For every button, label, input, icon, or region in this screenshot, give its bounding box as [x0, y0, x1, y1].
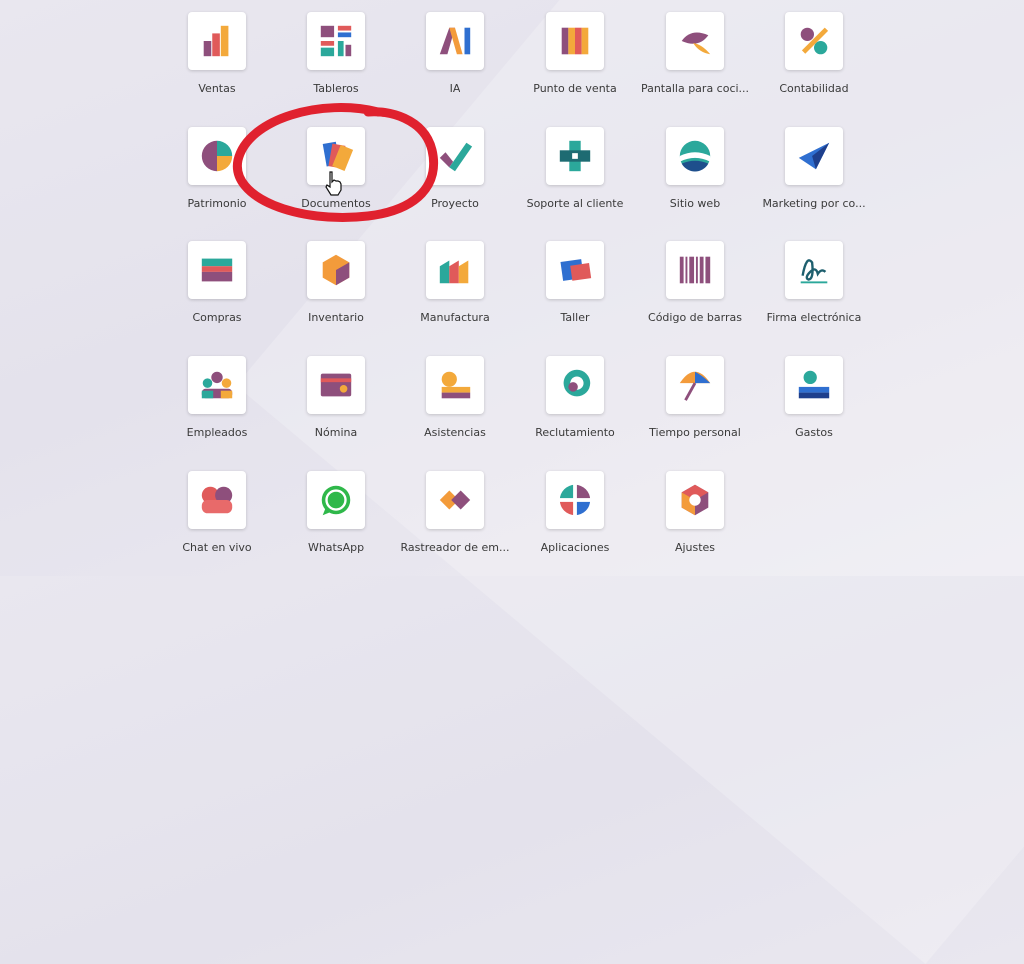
app-asistencias[interactable]: Asistencias	[390, 356, 520, 456]
app-aplicaciones[interactable]: Aplicaciones	[510, 471, 640, 571]
nomina-icon	[320, 373, 352, 397]
app-contabilidad[interactable]: Contabilidad	[749, 12, 879, 112]
empleados-icon	[201, 371, 233, 399]
app-manufactura[interactable]: Manufactura	[390, 241, 520, 341]
contabilidad-icon	[800, 27, 829, 55]
app-taller[interactable]: Taller	[510, 241, 640, 341]
ia-icon	[439, 27, 471, 55]
manufactura-icon	[439, 260, 469, 284]
app-chat[interactable]: Chat en vivo	[152, 471, 282, 571]
chat-icon	[201, 486, 233, 514]
app-nomina[interactable]: Nómina	[271, 356, 401, 456]
marketing-icon	[798, 142, 830, 170]
app-whatsapp[interactable]: WhatsApp	[271, 471, 401, 571]
app-pantalla-cocina[interactable]: Pantalla para coci...	[630, 12, 760, 112]
app-grid: Ventas Tableros IA Punto de venta Pantal…	[0, 0, 1024, 576]
app-rastreador[interactable]: Rastreador de em...	[390, 471, 520, 571]
app-inventario[interactable]: Inventario	[271, 241, 401, 341]
soporte-icon	[559, 140, 591, 172]
app-tableros[interactable]: Tableros	[271, 12, 401, 112]
app-punto-de-venta[interactable]: Punto de venta	[510, 12, 640, 112]
app-ajustes[interactable]: Ajustes	[630, 471, 760, 571]
sitio-web-icon	[679, 140, 711, 172]
taller-icon	[560, 259, 592, 281]
app-reclutamiento[interactable]: Reclutamiento	[510, 356, 640, 456]
aplicaciones-icon	[557, 482, 593, 518]
app-marketing[interactable]: Marketing por co...	[749, 127, 879, 227]
proyecto-icon	[439, 142, 473, 172]
app-gastos[interactable]: Gastos	[749, 356, 879, 456]
app-sitio-web[interactable]: Sitio web	[630, 127, 760, 227]
app-compras[interactable]: Compras	[152, 241, 282, 341]
app-patrimonio[interactable]: Patrimonio	[152, 127, 282, 227]
app-firma[interactable]: Firma electrónica	[749, 241, 879, 341]
asistencias-icon	[441, 371, 471, 399]
rastreador-icon	[439, 490, 471, 510]
app-proyecto[interactable]: Proyecto	[390, 127, 520, 227]
app-ia[interactable]: IA	[390, 12, 520, 112]
app-tiempo-personal[interactable]: Tiempo personal	[630, 356, 760, 456]
gastos-icon	[798, 370, 830, 399]
app-codigo-barras[interactable]: Código de barras	[630, 241, 760, 341]
reclutamiento-icon	[563, 369, 591, 397]
patrimonio-icon	[201, 140, 233, 172]
codigo-barras-icon	[679, 256, 711, 284]
app-ventas[interactable]: Ventas	[152, 12, 282, 112]
app-soporte[interactable]: Soporte al cliente	[510, 127, 640, 227]
hand-cursor-icon	[325, 171, 342, 196]
whatsapp-icon	[321, 485, 351, 516]
firma-icon	[800, 259, 828, 284]
tiempo-personal-icon	[679, 371, 711, 401]
app-empleados[interactable]: Empleados	[152, 356, 282, 456]
pantalla-cocina-icon	[681, 32, 711, 55]
ventas-icon	[203, 25, 229, 57]
compras-icon	[201, 258, 233, 282]
tableros-icon	[320, 25, 352, 57]
inventario-icon	[322, 254, 350, 286]
ajustes-icon	[681, 484, 709, 516]
punto-de-venta-icon	[561, 27, 589, 55]
